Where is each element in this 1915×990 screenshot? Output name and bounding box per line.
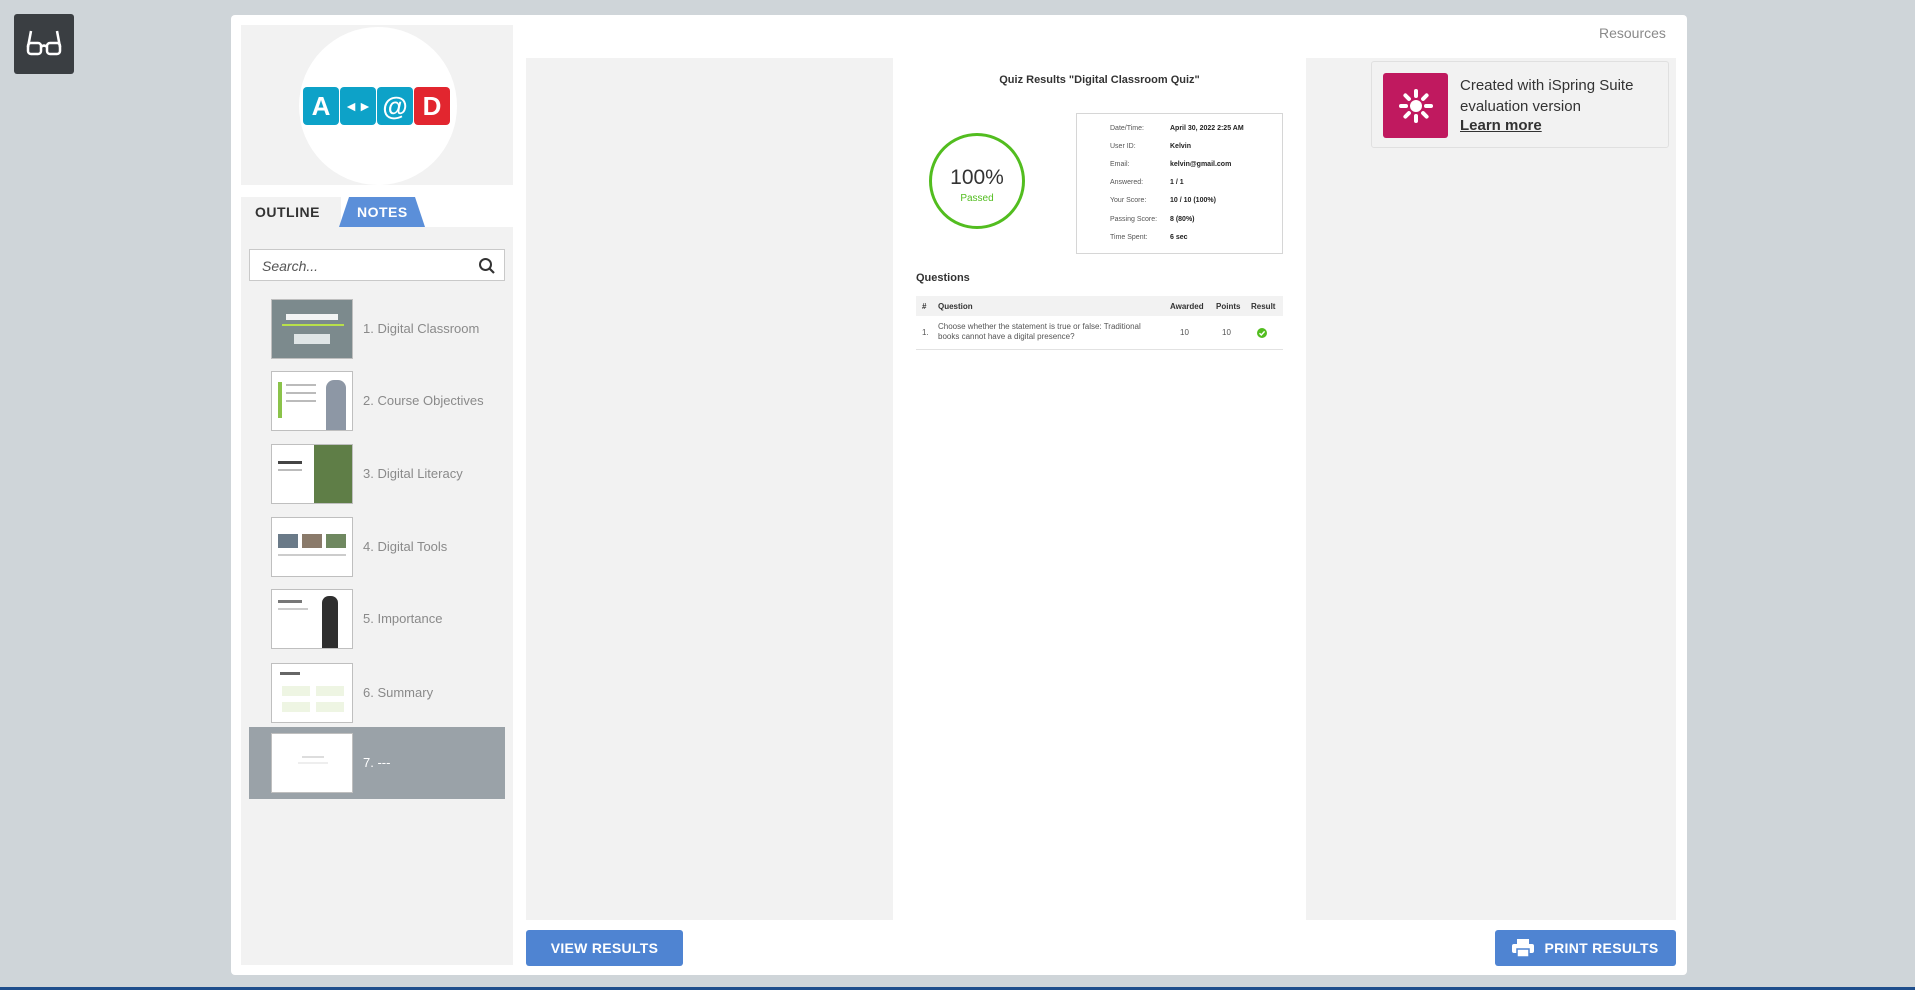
tab-notes[interactable]: NOTES — [339, 197, 425, 227]
detail-label: Time Spent: — [1110, 234, 1148, 241]
column-header: Points — [1216, 302, 1241, 311]
detail-label: Passing Score: — [1110, 216, 1158, 223]
logo-panel: A ◄► @ D — [241, 25, 513, 185]
question-text: Choose whether the statement is true or … — [938, 322, 1141, 341]
logo-letter: @ — [377, 87, 413, 125]
slide-label: 3. Digital Literacy — [363, 466, 463, 481]
pass-status: Passed — [960, 193, 994, 204]
slide-thumbnail — [271, 444, 353, 504]
print-results-button[interactable]: PRINT RESULTS — [1495, 930, 1676, 966]
question-number: 1. — [922, 328, 929, 337]
score-percent: 100% — [950, 166, 1004, 189]
slide-item-1[interactable]: 1. Digital Classroom — [249, 293, 505, 365]
detail-value: 10 / 10 (100%) — [1170, 197, 1216, 204]
slide-label: 6. Summary — [363, 685, 434, 700]
column-header: Result — [1251, 302, 1276, 311]
detail-value: 8 (80%) — [1170, 216, 1195, 223]
sidebar: A ◄► @ D OUTLINE NOTES Search... 1. Digi… — [241, 25, 513, 965]
awarded-value: 10 — [1180, 328, 1189, 337]
logo-letter: D — [414, 87, 450, 125]
detail-value: Kelvin — [1170, 143, 1192, 150]
slide-label: 5. Importance — [363, 611, 443, 626]
ispring-notice-text: Created with iSpring Suite evaluation ve… — [1460, 77, 1634, 115]
slide-list-panel: Search... 1. Digital Classroom 2. Course… — [241, 227, 513, 965]
glasses-icon — [26, 30, 62, 56]
slide-item-2[interactable]: 2. Course Objectives — [249, 365, 505, 437]
questions-heading: Questions — [916, 272, 970, 284]
print-results-label: PRINT RESULTS — [1544, 940, 1659, 956]
slide-item-7[interactable]: 7. --- — [249, 727, 505, 799]
ispring-notice: Created with iSpring Suite evaluation ve… — [1371, 61, 1669, 148]
tab-outline[interactable]: OUTLINE — [241, 197, 341, 227]
slide-thumbnail — [271, 663, 353, 723]
slide-thumbnail — [271, 733, 353, 793]
detail-value: April 30, 2022 2:25 AM — [1170, 125, 1244, 132]
logo-letter: A — [303, 87, 339, 125]
slide-thumbnail — [271, 371, 353, 431]
detail-label: Date/Time: — [1110, 125, 1144, 132]
slide-label: 1. Digital Classroom — [363, 321, 480, 336]
column-header: Awarded — [1170, 302, 1204, 311]
logo-letter: ◄► — [340, 87, 376, 125]
learn-more-link[interactable]: Learn more — [1460, 117, 1542, 134]
detail-label: User ID: — [1110, 143, 1136, 150]
ispring-logo-icon — [1383, 73, 1448, 138]
detail-label: Answered: — [1110, 179, 1144, 186]
result-details: Date/Time: April 30, 2022 2:25 AM User ID… — [1076, 113, 1283, 254]
column-header: Question — [938, 302, 973, 311]
sidebar-tabs: OUTLINE NOTES — [241, 197, 513, 227]
detail-label: Email: — [1110, 161, 1130, 168]
table-header: # Question Awarded Points Result — [916, 296, 1283, 316]
view-results-label: VIEW RESULTS — [550, 940, 659, 956]
table-row: 1. Choose whether the statement is true … — [916, 316, 1283, 350]
slide-label: 7. --- — [363, 755, 391, 770]
detail-value: kelvin@gmail.com — [1170, 161, 1232, 168]
column-header: # — [922, 302, 927, 311]
slide-item-3[interactable]: 3. Digital Literacy — [249, 438, 505, 510]
slide-label: 2. Course Objectives — [363, 393, 484, 408]
view-results-button[interactable]: VIEW RESULTS — [526, 930, 683, 966]
detail-label: Your Score: — [1110, 197, 1147, 204]
quiz-results-page: Quiz Results "Digital Classroom Quiz" 10… — [893, 58, 1306, 920]
slide-thumbnail — [271, 299, 353, 359]
points-value: 10 — [1222, 328, 1231, 337]
slide-label: 4. Digital Tools — [363, 539, 448, 554]
score-ring: 100% Passed — [929, 133, 1025, 229]
check-circle-icon — [1257, 328, 1267, 338]
search-placeholder: Search... — [262, 258, 319, 274]
search-input[interactable]: Search... — [249, 249, 505, 281]
slide-thumbnail — [271, 517, 353, 577]
detail-value: 1 / 1 — [1170, 179, 1184, 186]
player-frame: A ◄► @ D OUTLINE NOTES Search... 1. Digi… — [231, 15, 1687, 975]
slide-item-4[interactable]: 4. Digital Tools — [249, 511, 505, 583]
resources-link[interactable]: Resources — [1599, 25, 1666, 41]
slide-item-5[interactable]: 5. Importance — [249, 583, 505, 655]
detail-value: 6 sec — [1170, 234, 1188, 241]
slide-thumbnail — [271, 589, 353, 649]
quiz-title: Quiz Results "Digital Classroom Quiz" — [999, 74, 1200, 86]
slide-item-6[interactable]: 6. Summary — [249, 657, 505, 729]
reader-mode-button[interactable] — [14, 14, 74, 74]
course-logo: A ◄► @ D — [299, 27, 457, 185]
printer-icon — [1512, 939, 1535, 957]
slide-area: Quiz Results "Digital Classroom Quiz" 10… — [526, 58, 1676, 920]
search-icon[interactable] — [478, 257, 496, 275]
